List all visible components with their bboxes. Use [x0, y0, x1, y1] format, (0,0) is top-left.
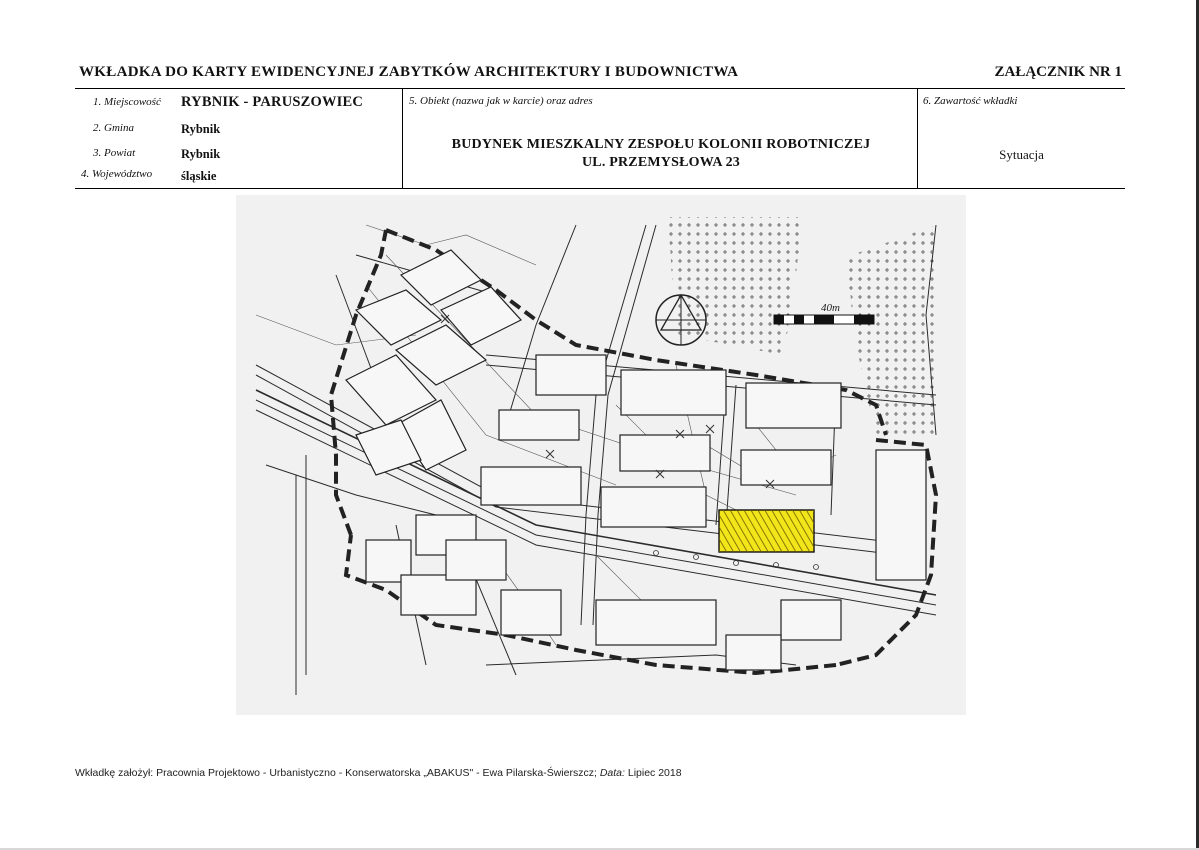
- content-label: 6. Zawartość wkładki: [923, 95, 1018, 107]
- object-address: UL. PRZEMYSŁOWA 23: [581, 155, 740, 170]
- building: [600, 486, 707, 528]
- county-label: 3. Powiat: [93, 147, 136, 159]
- table-bottom-rule: [75, 188, 1125, 189]
- building: [535, 354, 607, 396]
- column-divider: [402, 88, 403, 188]
- footer-credits: Wkładkę założył: Pracownia Projektowo - …: [75, 767, 682, 779]
- locality-value: RYBNIK - PARUSZOWIEC: [181, 94, 364, 110]
- footer-date-label: Data:: [599, 767, 625, 779]
- building: [498, 409, 580, 441]
- footer-date-value: Lipiec 2018: [627, 767, 682, 779]
- building: [740, 449, 832, 486]
- column-divider: [917, 88, 918, 188]
- voivodeship-label: 4. Województwo: [81, 168, 153, 180]
- document-title: WKŁADKA DO KARTY EWIDENCYJNEJ ZABYTKÓW A…: [79, 64, 739, 80]
- table-top-rule: [75, 88, 1125, 89]
- building: [780, 599, 842, 641]
- building: [725, 634, 782, 671]
- footer-author: Wkładkę założył: Pracownia Projektowo - …: [75, 767, 597, 779]
- site-plan-map: 40m: [236, 195, 966, 715]
- site-plan-drawing: 40m: [236, 195, 966, 715]
- building: [745, 382, 842, 429]
- building: [500, 589, 562, 636]
- building: [620, 369, 727, 416]
- scale-label: 40m: [821, 302, 840, 314]
- commune-value: Rybnik: [181, 122, 221, 136]
- voivodeship-value: śląskie: [181, 169, 217, 183]
- building: [595, 599, 717, 646]
- building: [619, 434, 711, 472]
- object-label: 5. Obiekt (nazwa jak w karcie) oraz adre…: [409, 95, 593, 107]
- building: [445, 539, 507, 581]
- locality-label: 1. Miejscowość: [93, 96, 161, 108]
- commune-label: 2. Gmina: [93, 122, 134, 134]
- content-value: Sytuacja: [999, 147, 1044, 162]
- county-value: Rybnik: [181, 147, 221, 161]
- building: [400, 574, 477, 616]
- attachment-number: ZAŁĄCZNIK NR 1: [994, 64, 1122, 80]
- building: [480, 466, 582, 506]
- highlighted-building-hatch: [719, 510, 814, 552]
- object-name-line: BUDYNEK MIESZKALNY ZESPOŁU KOLONII ROBOT…: [451, 137, 871, 152]
- building: [875, 449, 927, 581]
- north-compass-icon: [655, 293, 707, 346]
- scale-bar: [773, 314, 875, 325]
- green-area: [668, 217, 804, 355]
- object-name: BUDYNEK MIESZKALNY ZESPOŁU KOLONII ROBOT…: [405, 136, 917, 172]
